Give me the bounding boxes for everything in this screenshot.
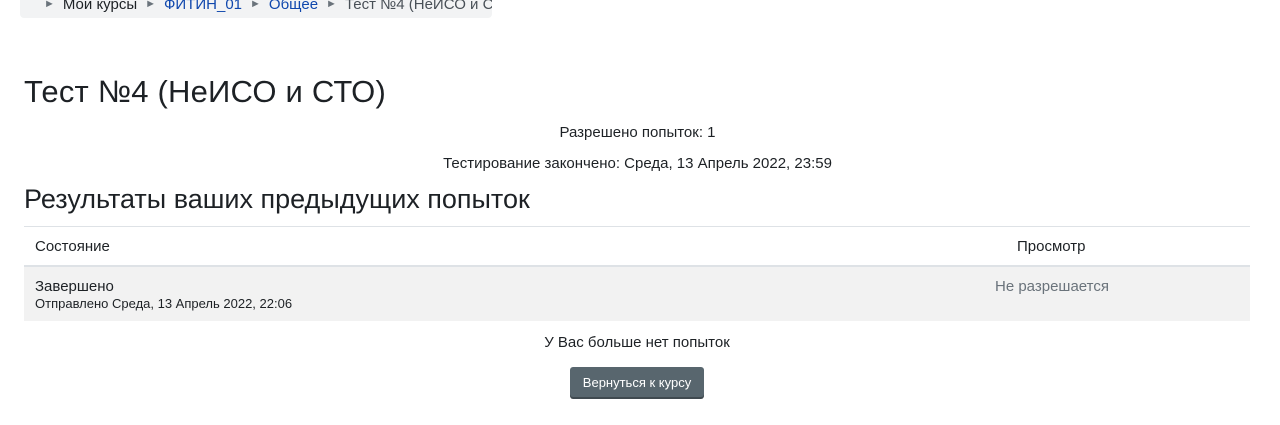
results-heading: Результаты ваших предыдущих попыток xyxy=(24,184,530,214)
attempt-review-status: Не разрешается xyxy=(995,278,1109,295)
attempts-table: Состояние Просмотр Завершено Отправлено … xyxy=(24,226,1250,321)
attempt-state: Завершено xyxy=(35,278,114,295)
quiz-closed-info: Тестирование закончено: Среда, 13 Апрель… xyxy=(443,155,832,172)
table-header: Состояние Просмотр xyxy=(24,227,1250,267)
breadcrumb-separator: ► xyxy=(145,0,157,10)
breadcrumb-current: Тест №4 (НеИСО и СТО) xyxy=(344,0,492,13)
attempt-submitted-date: Отправлено Среда, 13 Апрель 2022, 22:06 xyxy=(35,296,293,311)
attempts-allowed-info: Разрешено попыток: 1 xyxy=(559,124,716,141)
column-header-review: Просмотр xyxy=(1017,238,1086,255)
no-more-attempts-message: У Вас больше нет попыток xyxy=(544,334,730,351)
breadcrumb-separator: ► xyxy=(326,0,337,10)
back-to-course-button[interactable]: Вернуться к курсу xyxy=(570,367,704,397)
breadcrumb-my-courses[interactable]: Мои курсы xyxy=(63,0,137,13)
breadcrumb-course-link[interactable]: ФИТИН_01 xyxy=(164,0,242,13)
table-row: Завершено Отправлено Среда, 13 Апрель 20… xyxy=(24,267,1250,321)
page-title: Тест №4 (НеИСО и СТО) xyxy=(24,74,386,109)
breadcrumb-separator: ► xyxy=(250,0,261,10)
breadcrumb-separator: ► xyxy=(44,0,55,10)
breadcrumb-section-link[interactable]: Общее xyxy=(269,0,318,13)
column-header-state: Состояние xyxy=(35,238,110,255)
breadcrumb: ► Мои курсы ► ФИТИН_01 ► Общее ► Тест №4… xyxy=(20,0,492,18)
